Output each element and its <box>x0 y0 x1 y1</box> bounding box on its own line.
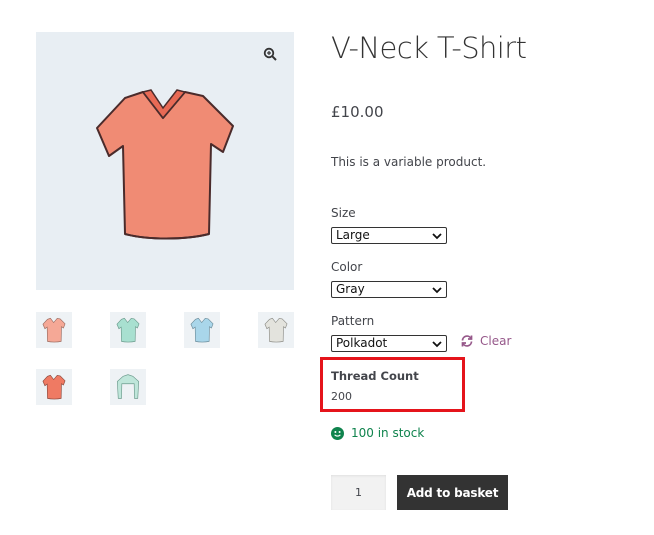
gallery-thumbnail[interactable] <box>36 312 72 348</box>
refresh-icon <box>461 335 473 347</box>
chevron-down-icon <box>432 341 442 348</box>
pattern-label: Pattern <box>331 314 375 328</box>
tshirt-thumbnail-image <box>190 317 214 343</box>
product-main-image[interactable] <box>36 32 294 290</box>
size-select[interactable]: Large <box>331 227 447 244</box>
smiley-icon <box>331 426 344 440</box>
tshirt-image <box>96 89 234 240</box>
stock-status: 100 in stock <box>331 426 424 440</box>
tshirt-thumbnail-image <box>116 317 140 343</box>
gallery-thumbnail[interactable] <box>184 312 220 348</box>
color-label: Color <box>331 260 363 274</box>
product-description: This is a variable product. <box>331 155 487 169</box>
color-select[interactable]: Gray <box>331 281 447 298</box>
product-title: V-Neck T-Shirt <box>331 31 527 65</box>
clear-variations-link[interactable]: Clear <box>460 334 511 348</box>
pattern-select[interactable]: Polkadot <box>331 335 447 352</box>
clear-label: Clear <box>480 334 512 348</box>
product-price: £10.00 <box>331 103 384 121</box>
thread-count-highlight <box>320 357 465 412</box>
size-label: Size <box>331 206 356 220</box>
stock-text: 100 in stock <box>351 426 425 440</box>
quantity-value: 1 <box>355 486 362 499</box>
chevron-down-icon <box>432 287 442 294</box>
thread-count-value: 200 <box>331 390 352 403</box>
quantity-input[interactable]: 1 <box>331 475 386 510</box>
thread-count-label: Thread Count <box>331 369 419 383</box>
pattern-select-value: Polkadot <box>336 336 388 350</box>
tshirt-thumbnail-image <box>264 317 288 343</box>
gallery-thumbnail[interactable] <box>110 369 146 405</box>
color-select-value: Gray <box>336 282 365 296</box>
zoom-in-icon[interactable] <box>260 44 280 64</box>
chevron-down-icon <box>432 233 442 240</box>
hoodie-thumbnail-image <box>116 374 140 399</box>
gallery-thumbnail[interactable] <box>110 312 146 348</box>
gallery-thumbnail[interactable] <box>258 312 294 348</box>
add-to-basket-button[interactable]: Add to basket <box>397 475 508 510</box>
tshirt-thumbnail-image <box>42 374 66 400</box>
tshirt-thumbnail-image <box>42 317 66 343</box>
size-select-value: Large <box>336 228 370 242</box>
gallery-thumbnail[interactable] <box>36 369 72 405</box>
